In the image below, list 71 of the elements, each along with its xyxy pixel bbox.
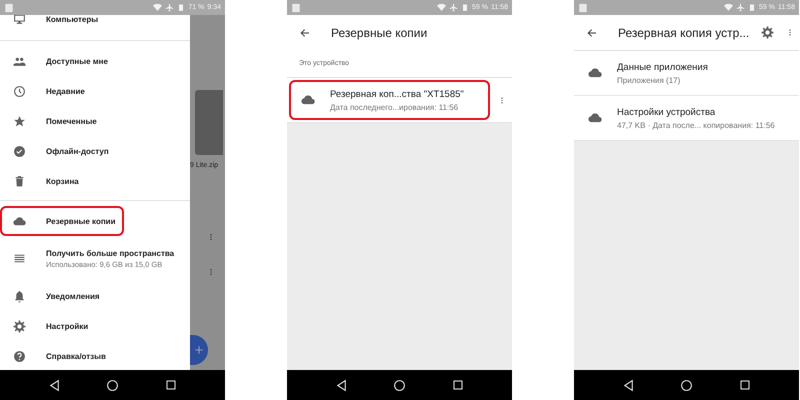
drawer-item[interactable]: Резервные копии <box>0 206 124 236</box>
notification-icon <box>578 2 588 12</box>
drawer-item-label: Справка/отзыв <box>46 352 106 360</box>
battery-icon <box>177 3 186 12</box>
screen-title: Резервная копия устр... <box>618 26 750 40</box>
plus-icon <box>194 345 204 355</box>
computer-icon <box>13 15 26 26</box>
drawer-item-label: Получить больше пространства <box>46 248 174 258</box>
back-arrow-icon[interactable] <box>586 26 598 38</box>
back-icon[interactable] <box>334 378 348 392</box>
back-icon[interactable] <box>622 378 635 392</box>
backup-row[interactable]: Резервная коп...ства "XT1585" Дата последнего...ирования: 11:56 <box>289 80 490 120</box>
battery-icon <box>461 3 470 12</box>
notification-icon <box>291 2 301 12</box>
row-title: Резервная коп...ства "XT1585" <box>330 88 464 100</box>
drawer-item-label: Офлайн-доступ <box>46 146 109 156</box>
drawer-item-label: Компьютеры <box>46 15 98 24</box>
home-icon[interactable] <box>680 378 694 392</box>
wifi-icon <box>724 3 734 12</box>
drawer-item[interactable]: Справка/отзыв <box>0 341 190 370</box>
row-subtitle: Дата последнего...ирования: 11:56 <box>330 102 460 112</box>
back-arrow-icon[interactable] <box>299 27 311 39</box>
airplane-icon <box>449 3 458 12</box>
drawer-item-label: Резервные копии <box>46 216 116 226</box>
airplane-icon <box>165 3 174 12</box>
help-icon <box>13 350 26 362</box>
drawer-item-label: Недавние <box>46 86 85 96</box>
battery-icon <box>748 3 756 12</box>
drawer-item[interactable]: Помеченные <box>0 106 190 136</box>
clock-icon <box>13 84 26 98</box>
drawer-item[interactable]: Офлайн-доступ <box>0 136 190 166</box>
row-subtitle: Приложения (17) <box>617 76 682 84</box>
recents-icon[interactable] <box>165 379 178 391</box>
settings-icon[interactable] <box>761 26 774 39</box>
wifi-icon <box>153 3 162 12</box>
drawer-item[interactable]: Корзина <box>0 166 190 196</box>
home-icon[interactable] <box>393 378 406 392</box>
drawer-item-label: Уведомления <box>46 292 100 300</box>
airplane-icon <box>736 3 746 12</box>
home-icon[interactable] <box>106 378 120 392</box>
cloud-icon <box>13 214 26 228</box>
trash-icon <box>13 174 26 188</box>
row-subtitle: 47,7 KB · Дата после... копирования: 11:56 <box>617 120 775 130</box>
cloud-icon <box>301 93 315 107</box>
check-circle-icon <box>13 144 26 158</box>
cloud-icon <box>588 66 602 80</box>
drawer-item-label: Доступные мне <box>46 56 108 66</box>
row-title: Данные приложения <box>617 62 708 72</box>
drawer-item[interactable]: Настройки <box>0 311 190 341</box>
wifi-icon <box>437 3 446 12</box>
notification-icon <box>4 2 14 12</box>
drawer-item[interactable]: Компьютеры <box>0 15 190 34</box>
bell-icon <box>13 290 26 302</box>
settings-icon <box>13 320 26 332</box>
recents-icon[interactable] <box>739 379 752 391</box>
drawer-item[interactable]: Недавние <box>0 76 190 106</box>
cloud-icon <box>588 111 602 125</box>
star-icon <box>13 114 26 128</box>
back-icon[interactable] <box>48 378 61 392</box>
recents-icon[interactable] <box>452 379 464 391</box>
people-icon <box>13 54 26 68</box>
list-icon <box>13 252 26 265</box>
add-button[interactable] <box>190 335 208 365</box>
drawer-item[interactable]: Доступные мне <box>0 46 190 76</box>
screen-title: Резервные копии <box>331 26 428 40</box>
row-title: Настройки устройства <box>617 106 716 118</box>
drawer-item-label: Настройки <box>46 322 88 330</box>
drawer-item-label: Помеченные <box>46 116 97 126</box>
file-thumbnail <box>195 90 223 155</box>
drawer-item-label: Корзина <box>46 176 79 186</box>
drawer-item[interactable]: Уведомления <box>0 281 190 311</box>
